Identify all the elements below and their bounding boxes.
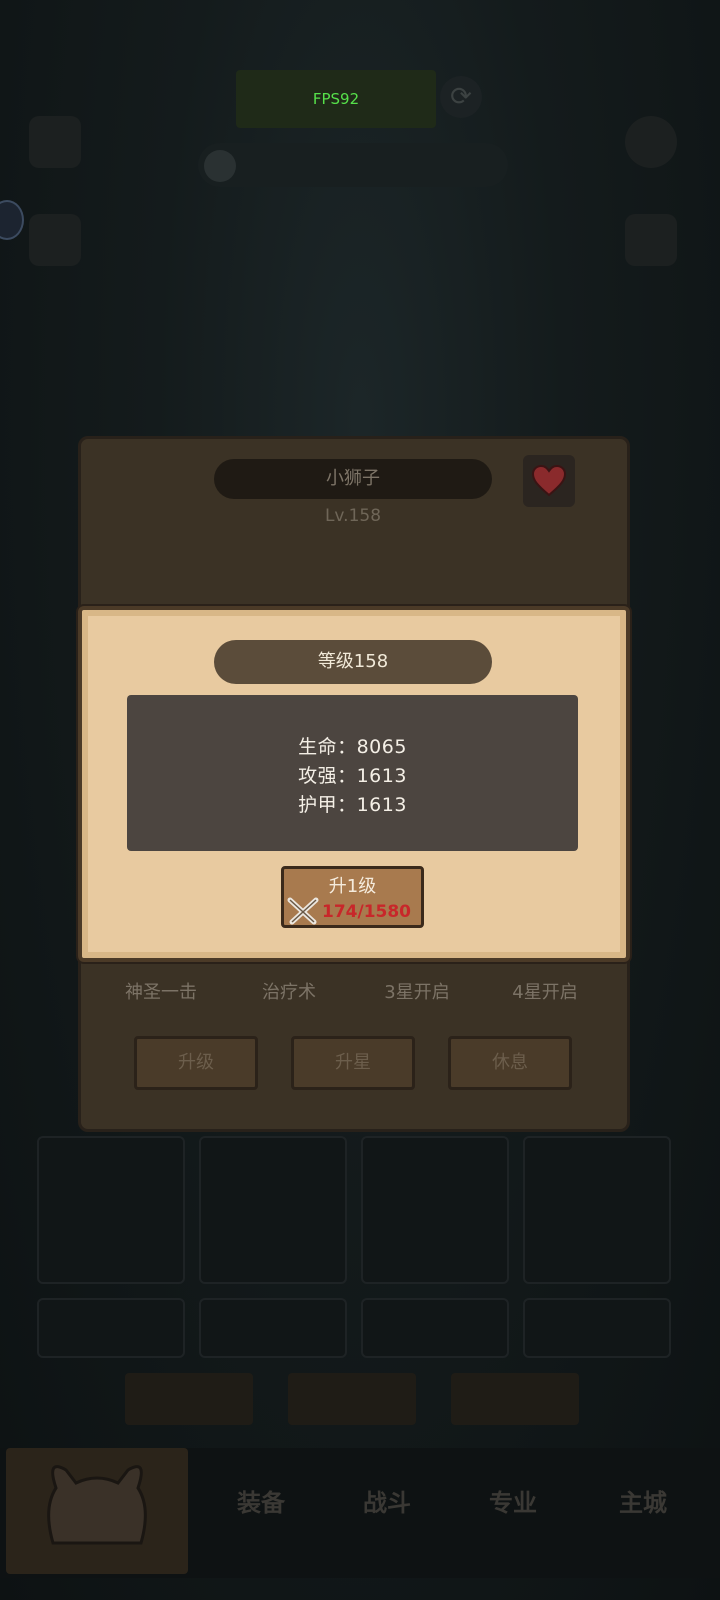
level-up-label: 升1级 (328, 876, 377, 897)
character-level: Lv.158 (324, 506, 382, 526)
crossed-swords-icon (287, 897, 319, 925)
skill-label: 3星开启 (384, 982, 450, 1003)
heart-icon (531, 465, 567, 497)
side-button-left[interactable] (20, 214, 90, 294)
nav-equipment-tab[interactable]: 装备 (196, 1448, 326, 1558)
quest-icon (204, 150, 236, 182)
skill-label: 治疗术 (262, 982, 316, 1003)
gear-icon (625, 116, 677, 168)
skill-label: 神圣一击 (125, 982, 197, 1003)
nav-profession-tab[interactable]: 专业 (448, 1448, 578, 1558)
fps-panel: FPS92 (236, 70, 436, 128)
settings-button[interactable] (616, 116, 686, 196)
skill-label: 4星开启 (512, 982, 578, 1003)
refresh-icon[interactable]: ⟳ (440, 76, 482, 118)
gift-icon (29, 116, 81, 168)
hero-slot[interactable] (199, 1136, 347, 1284)
upgrade-cost: 174/1580 (322, 902, 412, 922)
bag-icon (29, 214, 81, 266)
activity-button[interactable] (20, 116, 90, 196)
stat-hp: 生命：8065 (298, 736, 407, 758)
nav-main-city-tab[interactable]: 主城 (578, 1448, 708, 1558)
quest-bar[interactable] (198, 143, 508, 187)
hero-slot[interactable] (37, 1298, 185, 1358)
star-up-button[interactable]: 升星 (291, 1036, 415, 1090)
stat-armor: 护甲：1613 (298, 794, 407, 816)
bottom-action-button[interactable] (125, 1373, 253, 1425)
nav-battle-tab[interactable]: 战斗 (322, 1448, 452, 1558)
fps-counter: FPS92 (312, 90, 360, 108)
hero-slot[interactable] (199, 1298, 347, 1358)
character-name: 小狮子 (214, 459, 492, 499)
hero-slot[interactable] (523, 1298, 671, 1358)
helmet-icon (47, 1465, 147, 1545)
side-button-right[interactable] (616, 214, 686, 294)
hero-slot[interactable] (523, 1136, 671, 1284)
rest-button[interactable]: 休息 (448, 1036, 572, 1090)
stat-attack: 攻强：1613 (298, 765, 407, 787)
book-icon (625, 214, 677, 266)
hero-slot[interactable] (37, 1136, 185, 1284)
popup-title: 等级158 (214, 640, 492, 684)
upgrade-button[interactable]: 升级 (134, 1036, 258, 1090)
bottom-action-button[interactable] (451, 1373, 579, 1425)
hero-slot[interactable] (361, 1136, 509, 1284)
nav-followers-tab[interactable] (6, 1448, 188, 1574)
bottom-action-button[interactable] (288, 1373, 416, 1425)
hero-slot[interactable] (361, 1298, 509, 1358)
